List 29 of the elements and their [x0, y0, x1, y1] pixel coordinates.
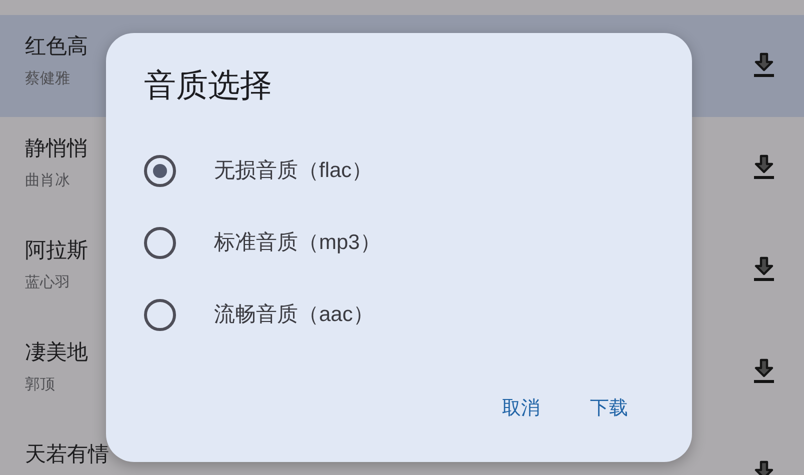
song-title: 天若有情 — [25, 442, 109, 468]
radio-button[interactable] — [144, 155, 176, 187]
option-label: 无损音质（flac） — [214, 158, 373, 184]
quality-option[interactable]: 流畅音质（aac） — [144, 279, 654, 351]
download-icon — [753, 358, 775, 384]
download-button[interactable] — [753, 256, 775, 282]
song-title: 阿拉斯 — [25, 238, 88, 264]
option-label: 标准音质（mp3） — [214, 230, 381, 256]
dialog-title: 音质选择 — [144, 66, 272, 105]
radio-button[interactable] — [144, 299, 176, 331]
quality-option[interactable]: 无损音质（flac） — [144, 135, 654, 207]
artist-name: 蔡健雅 — [25, 69, 70, 89]
radio-button[interactable] — [144, 227, 176, 259]
download-button[interactable] — [753, 52, 775, 78]
quality-option[interactable]: 标准音质（mp3） — [144, 207, 654, 279]
option-label: 流畅音质（aac） — [214, 302, 374, 328]
song-title: 凄美地 — [25, 340, 88, 366]
artist-name: 蓝心羽 — [25, 273, 70, 293]
dialog-button[interactable]: 下载 — [586, 391, 632, 428]
download-icon — [753, 52, 775, 78]
dialog-button[interactable]: 取消 — [498, 391, 544, 428]
artist-name: 曲肖冰 — [25, 171, 70, 191]
download-button[interactable] — [753, 154, 775, 180]
download-button[interactable] — [753, 358, 775, 384]
download-icon — [753, 154, 775, 180]
song-title: 静悄悄 — [25, 136, 88, 162]
song-title: 红色高 — [25, 34, 88, 60]
download-icon — [753, 256, 775, 282]
artist-name: 郭顶 — [25, 375, 55, 395]
